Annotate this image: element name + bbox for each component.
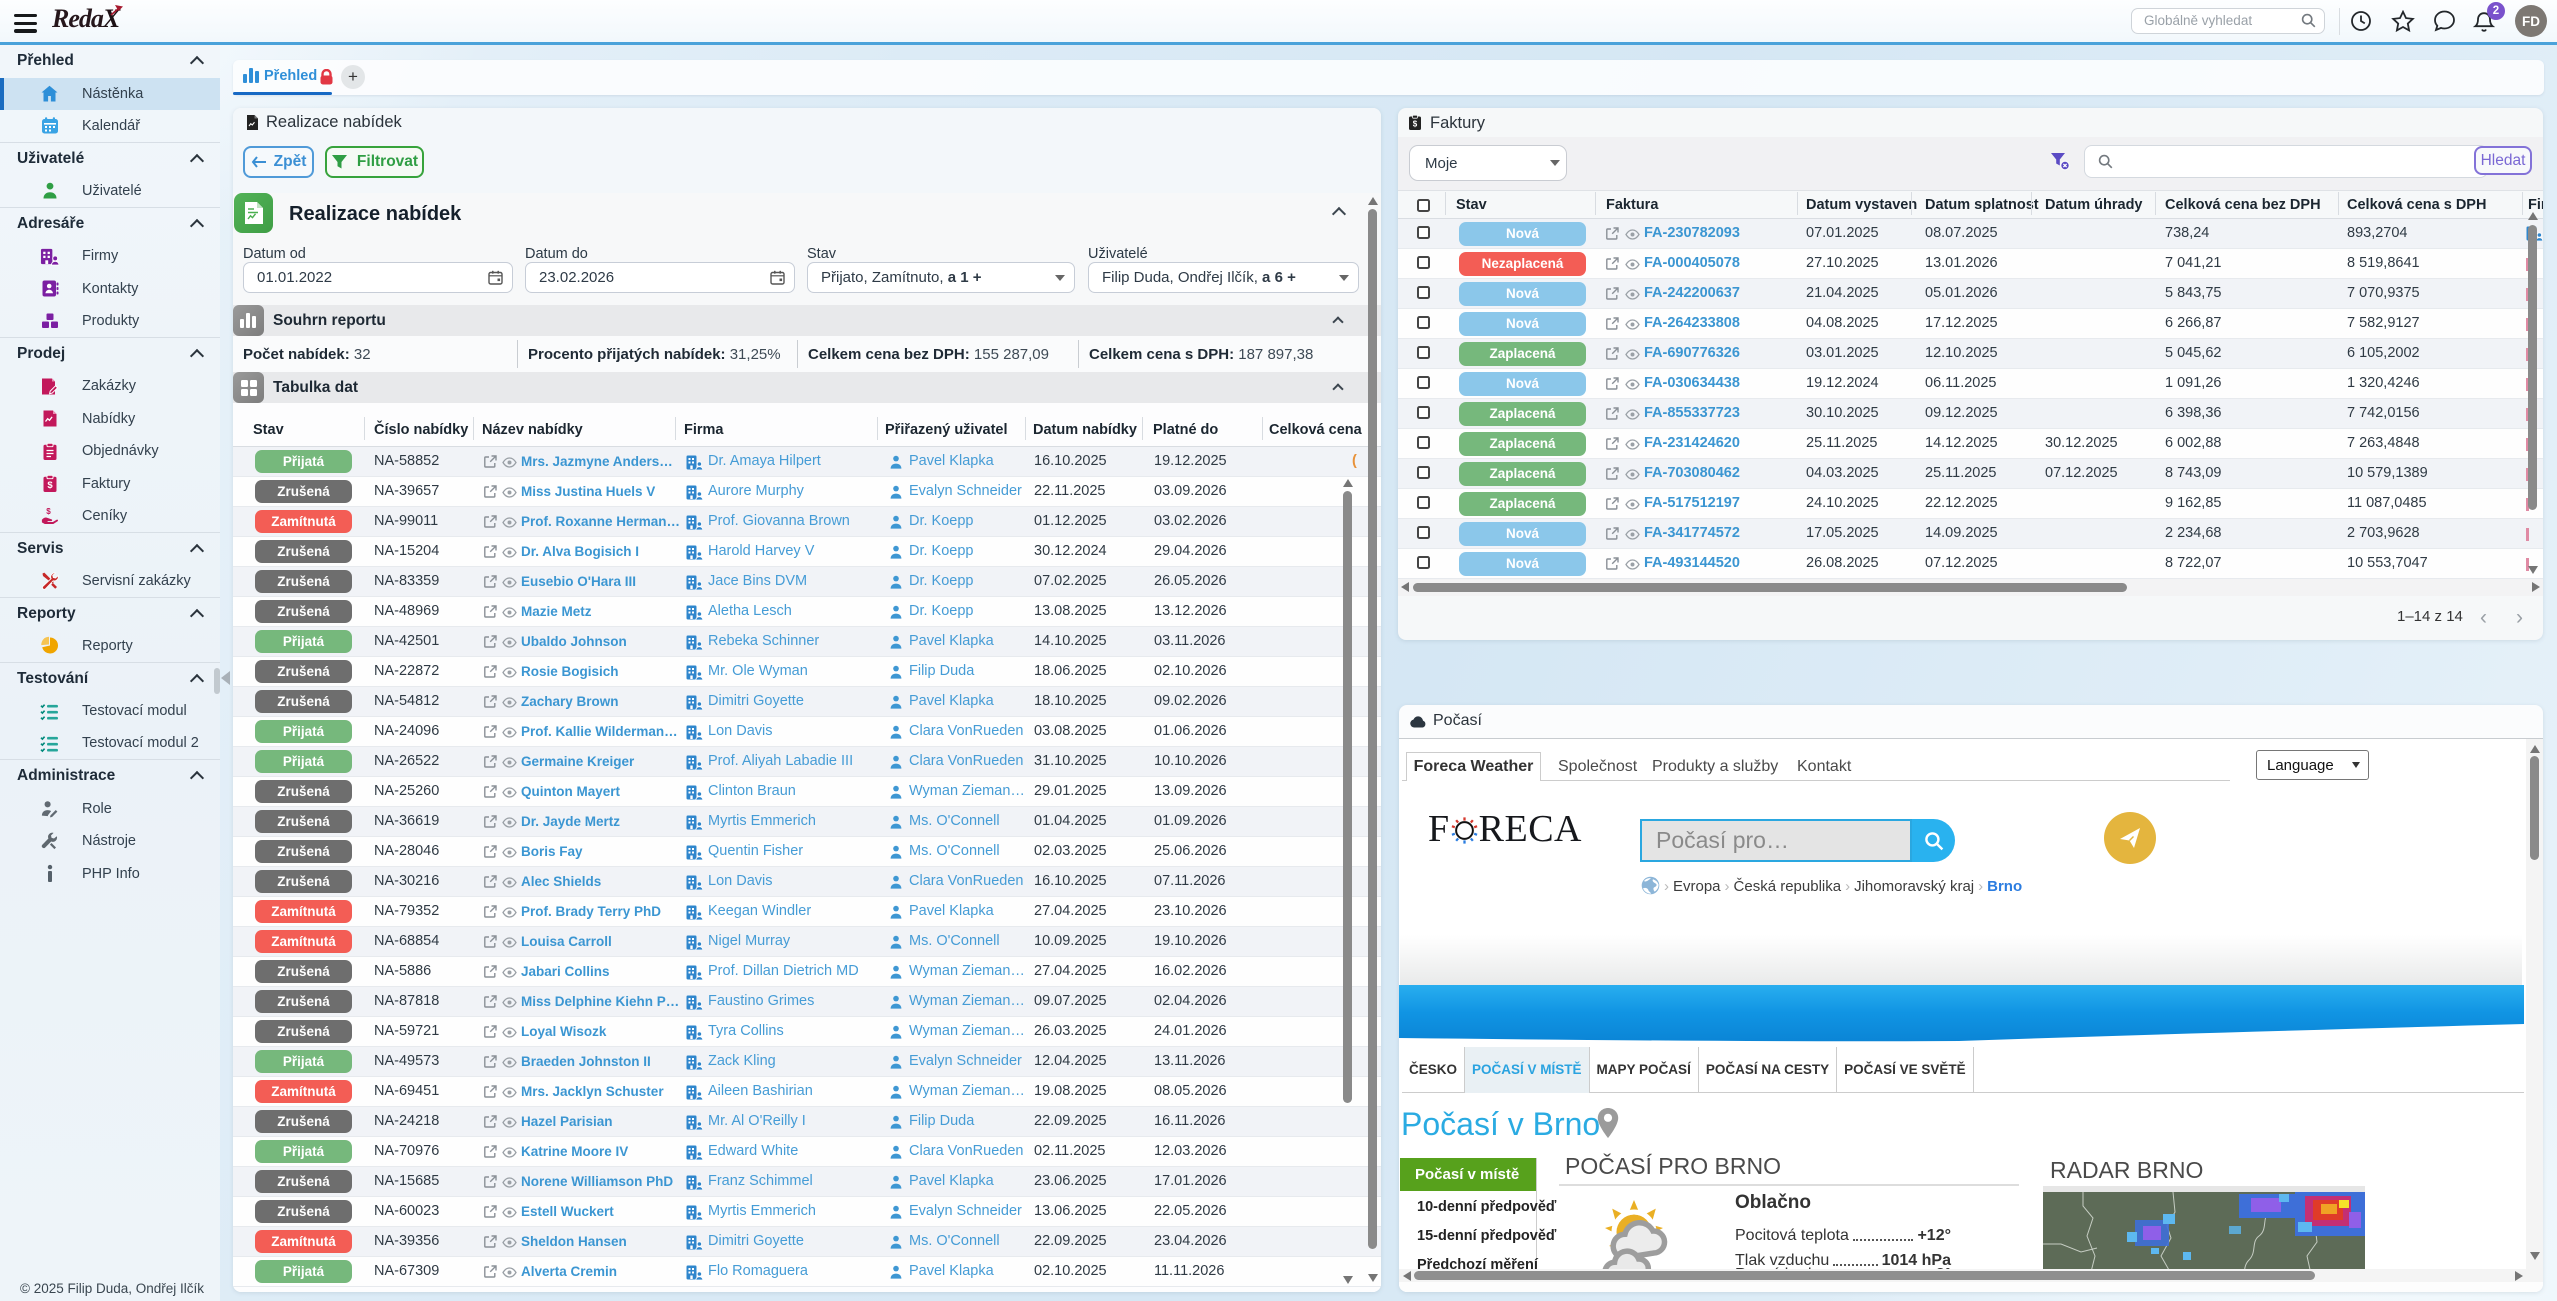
svg-text:$: $ [1413,120,1418,129]
svg-text:$: $ [47,480,53,491]
svg-text:$: $ [46,507,51,516]
